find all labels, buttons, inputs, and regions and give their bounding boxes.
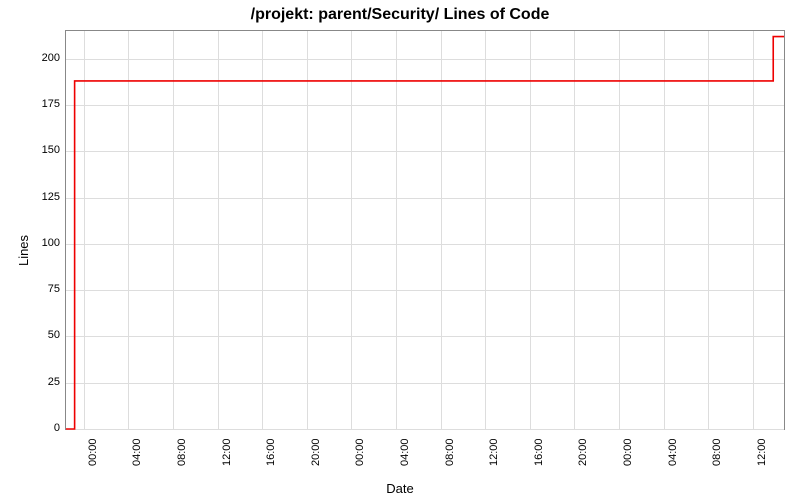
grid-h — [66, 429, 784, 430]
x-tick-label: 16:00 — [265, 438, 277, 466]
y-tick-label: 200 — [30, 52, 60, 64]
y-tick-label: 125 — [30, 191, 60, 203]
series-line — [66, 31, 784, 429]
x-tick-label: 00:00 — [87, 438, 99, 466]
x-tick-label: 12:00 — [756, 438, 768, 466]
x-tick-label: 04:00 — [399, 438, 411, 466]
y-tick-label: 175 — [30, 98, 60, 110]
x-tick-label: 12:00 — [488, 438, 500, 466]
x-tick-label: 00:00 — [622, 438, 634, 466]
y-tick-label: 75 — [30, 283, 60, 295]
x-tick-label: 20:00 — [577, 438, 589, 466]
y-tick-label: 25 — [30, 376, 60, 388]
x-tick-label: 16:00 — [533, 438, 545, 466]
y-tick-label: 100 — [30, 237, 60, 249]
y-tick-label: 50 — [30, 329, 60, 341]
chart-title: /projekt: parent/Security/ Lines of Code — [0, 6, 800, 24]
x-tick-label: 08:00 — [711, 438, 723, 466]
x-tick-label: 04:00 — [667, 438, 679, 466]
x-tick-label: 04:00 — [131, 438, 143, 466]
x-tick-label: 08:00 — [444, 438, 456, 466]
y-tick-label: 150 — [30, 144, 60, 156]
plot-area — [65, 30, 785, 430]
x-tick-label: 08:00 — [176, 438, 188, 466]
series-path — [66, 37, 784, 429]
x-axis-label: Date — [0, 481, 800, 496]
x-tick-label: 20:00 — [310, 438, 322, 466]
x-tick-label: 00:00 — [354, 438, 366, 466]
x-tick-label: 12:00 — [221, 438, 233, 466]
y-tick-label: 0 — [30, 422, 60, 434]
